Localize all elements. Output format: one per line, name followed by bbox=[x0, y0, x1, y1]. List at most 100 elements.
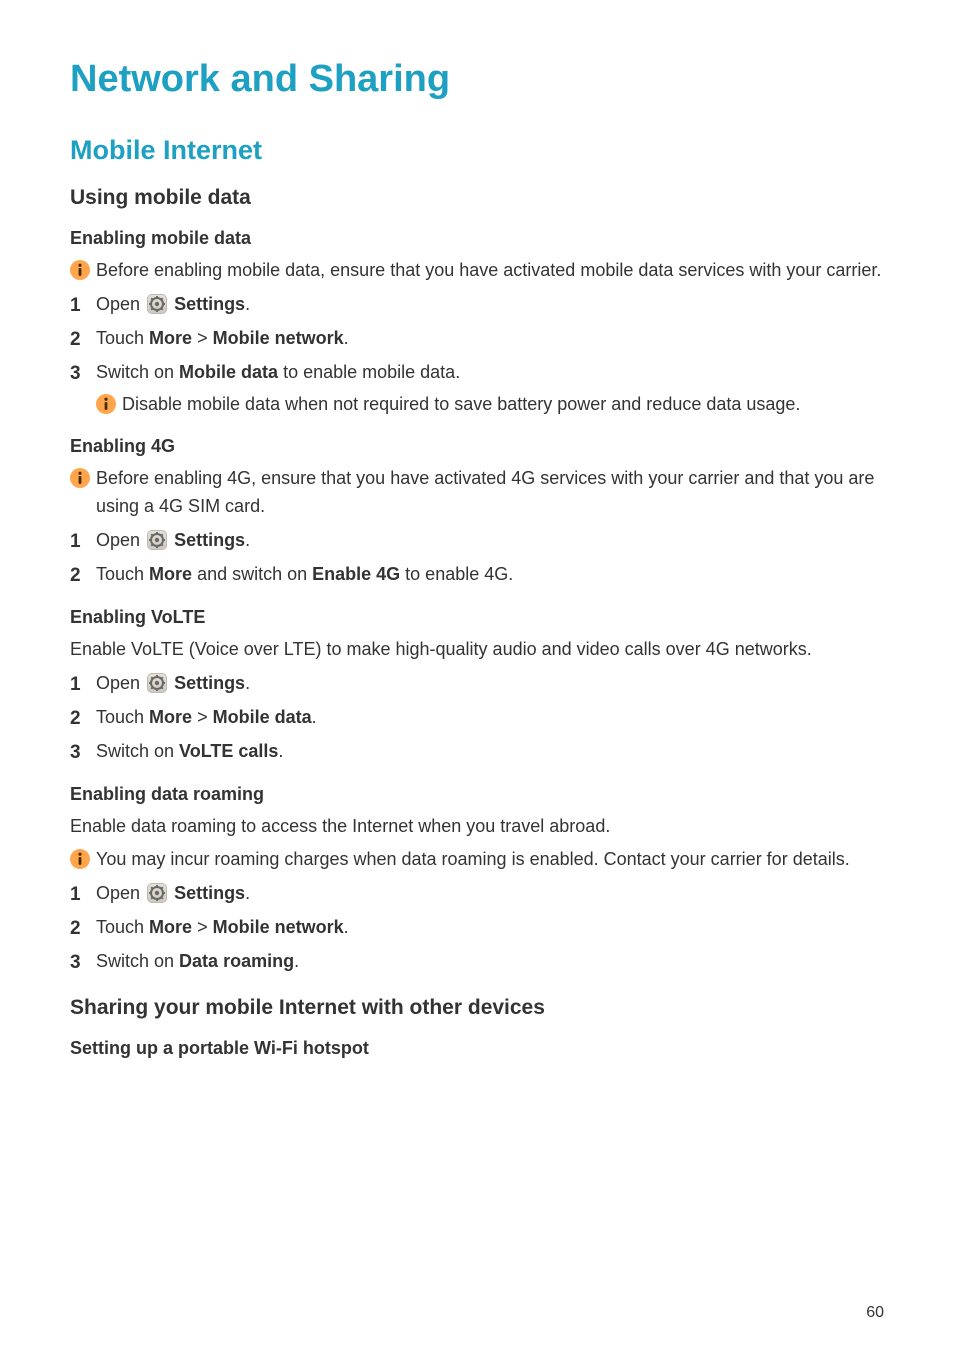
heading-sharing: Sharing your mobile Internet with other … bbox=[70, 996, 884, 1020]
step-item: 3 Switch on Mobile data to enable mobile… bbox=[70, 359, 884, 419]
text-frag: . bbox=[344, 917, 349, 937]
section-title: Mobile Internet bbox=[70, 135, 884, 166]
steps-4g: 1 Open Settings. 2 Touch More and switch… bbox=[70, 527, 884, 589]
text-frag: . bbox=[245, 673, 250, 693]
step-text: Touch More > Mobile network. bbox=[96, 917, 349, 937]
app-name: Settings bbox=[174, 294, 245, 314]
info-icon bbox=[70, 468, 90, 488]
ui-label: Mobile network bbox=[213, 328, 344, 348]
step-number: 1 bbox=[70, 880, 90, 909]
ui-label: Data roaming bbox=[179, 951, 294, 971]
info-text: Before enabling 4G, ensure that you have… bbox=[96, 465, 884, 521]
paragraph-data-roaming: Enable data roaming to access the Intern… bbox=[70, 813, 884, 841]
step-item: 2 Touch More > Mobile network. bbox=[70, 914, 884, 942]
chapter-title: Network and Sharing bbox=[70, 58, 884, 101]
ui-label: Enable 4G bbox=[312, 564, 400, 584]
text-frag: Touch bbox=[96, 707, 149, 727]
ui-label: More bbox=[149, 564, 192, 584]
step-number: 3 bbox=[70, 738, 90, 767]
text-frag: . bbox=[245, 294, 250, 314]
text-frag: Open bbox=[96, 883, 145, 903]
text-frag: Touch bbox=[96, 328, 149, 348]
text-frag: Switch on bbox=[96, 741, 179, 761]
settings-app-icon bbox=[147, 883, 167, 903]
page-number: 60 bbox=[866, 1304, 884, 1322]
step-item: 3 Switch on Data roaming. bbox=[70, 948, 884, 976]
ui-label: More bbox=[149, 328, 192, 348]
heading-enabling-volte: Enabling VoLTE bbox=[70, 607, 884, 628]
heading-enabling-data-roaming: Enabling data roaming bbox=[70, 784, 884, 805]
info-icon bbox=[96, 394, 116, 414]
app-name: Settings bbox=[174, 883, 245, 903]
step-number: 3 bbox=[70, 359, 90, 388]
text-frag: . bbox=[312, 707, 317, 727]
step-number: 2 bbox=[70, 704, 90, 733]
ui-label: Mobile data bbox=[213, 707, 312, 727]
text-frag: . bbox=[294, 951, 299, 971]
ui-label: VoLTE calls bbox=[179, 741, 278, 761]
text-frag: > bbox=[192, 328, 213, 348]
heading-hotspot: Setting up a portable Wi-Fi hotspot bbox=[70, 1038, 884, 1059]
text-frag: Switch on bbox=[96, 951, 179, 971]
step-number: 2 bbox=[70, 325, 90, 354]
app-name: Settings bbox=[174, 673, 245, 693]
settings-app-icon bbox=[147, 294, 167, 314]
text-frag: Open bbox=[96, 294, 145, 314]
text-frag: > bbox=[192, 917, 213, 937]
step-text: Open Settings. bbox=[96, 294, 250, 314]
ui-label: Mobile data bbox=[179, 362, 278, 382]
info-note-data-roaming: You may incur roaming charges when data … bbox=[70, 846, 884, 874]
step-item: 2 Touch More and switch on Enable 4G to … bbox=[70, 561, 884, 589]
text-frag: Open bbox=[96, 530, 145, 550]
step-number: 1 bbox=[70, 670, 90, 699]
paragraph-volte: Enable VoLTE (Voice over LTE) to make hi… bbox=[70, 636, 884, 664]
info-text: Disable mobile data when not required to… bbox=[122, 391, 884, 419]
info-text: Before enabling mobile data, ensure that… bbox=[96, 257, 884, 285]
text-frag: . bbox=[245, 883, 250, 903]
document-page: Network and Sharing Mobile Internet Usin… bbox=[0, 0, 954, 1350]
heading-using-mobile-data: Using mobile data bbox=[70, 186, 884, 210]
ui-label: Mobile network bbox=[213, 917, 344, 937]
step-item: 2 Touch More > Mobile network. bbox=[70, 325, 884, 353]
step-number: 2 bbox=[70, 561, 90, 590]
info-icon bbox=[70, 849, 90, 869]
text-frag: Switch on bbox=[96, 362, 179, 382]
app-name: Settings bbox=[174, 530, 245, 550]
steps-volte: 1 Open Settings. 2 Touch More > Mobile d… bbox=[70, 670, 884, 766]
step-item: 2 Touch More > Mobile data. bbox=[70, 704, 884, 732]
step-item: 1 Open Settings. bbox=[70, 880, 884, 908]
text-frag: Touch bbox=[96, 564, 149, 584]
heading-enabling-4g: Enabling 4G bbox=[70, 436, 884, 457]
text-frag: and switch on bbox=[192, 564, 312, 584]
steps-data-roaming: 1 Open Settings. 2 Touch More > Mobile n… bbox=[70, 880, 884, 976]
info-note-disable-data: Disable mobile data when not required to… bbox=[96, 391, 884, 419]
step-text: Touch More and switch on Enable 4G to en… bbox=[96, 564, 513, 584]
step-number: 1 bbox=[70, 291, 90, 320]
step-text: Switch on VoLTE calls. bbox=[96, 741, 283, 761]
step-item: 3 Switch on VoLTE calls. bbox=[70, 738, 884, 766]
steps-mobile-data: 1 Open Settings. 2 Touch More > Mobile n… bbox=[70, 291, 884, 419]
heading-enabling-mobile-data: Enabling mobile data bbox=[70, 228, 884, 249]
settings-app-icon bbox=[147, 530, 167, 550]
step-number: 2 bbox=[70, 914, 90, 943]
step-text: Touch More > Mobile data. bbox=[96, 707, 317, 727]
step-item: 1 Open Settings. bbox=[70, 670, 884, 698]
step-item: 1 Open Settings. bbox=[70, 527, 884, 555]
text-frag: to enable 4G. bbox=[400, 564, 513, 584]
info-text: You may incur roaming charges when data … bbox=[96, 846, 884, 874]
step-number: 1 bbox=[70, 527, 90, 556]
step-text: Open Settings. bbox=[96, 530, 250, 550]
text-frag: Touch bbox=[96, 917, 149, 937]
text-frag: . bbox=[245, 530, 250, 550]
text-frag: . bbox=[278, 741, 283, 761]
text-frag: . bbox=[344, 328, 349, 348]
info-note-mobile-data: Before enabling mobile data, ensure that… bbox=[70, 257, 884, 285]
step-number: 3 bbox=[70, 948, 90, 977]
step-text: Switch on Mobile data to enable mobile d… bbox=[96, 362, 460, 382]
settings-app-icon bbox=[147, 673, 167, 693]
ui-label: More bbox=[149, 707, 192, 727]
step-text: Open Settings. bbox=[96, 673, 250, 693]
step-text: Switch on Data roaming. bbox=[96, 951, 299, 971]
text-frag: to enable mobile data. bbox=[278, 362, 460, 382]
info-note-4g: Before enabling 4G, ensure that you have… bbox=[70, 465, 884, 521]
